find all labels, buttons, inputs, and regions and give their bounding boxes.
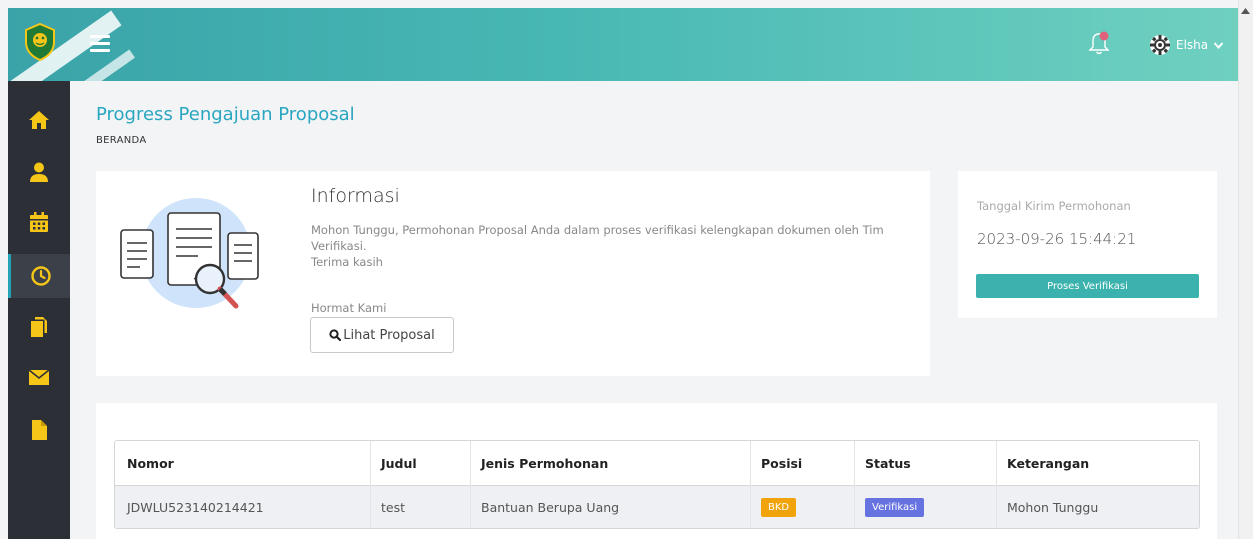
sidebar [8, 81, 70, 539]
app-logo[interactable] [22, 22, 58, 62]
posisi-badge: BKD [761, 497, 797, 517]
sidebar-item-documents[interactable] [8, 305, 70, 349]
sidebar-item-profile[interactable] [8, 150, 70, 194]
sidebar-item-messages[interactable] [8, 355, 70, 399]
user-name: Elsha [1176, 38, 1209, 52]
sidebar-item-schedule[interactable] [8, 200, 70, 244]
proposal-table: Nomor Judul Jenis Permohonan Posisi Stat… [114, 440, 1200, 529]
sidebar-item-home[interactable] [8, 98, 70, 142]
envelope-icon [28, 369, 50, 385]
scroll-up-icon[interactable] [1241, 8, 1250, 14]
status-badge: Verifikasi [865, 497, 925, 517]
submission-date-value: 2023-09-26 15:44:21 [977, 230, 1137, 248]
bell-icon[interactable] [1087, 30, 1111, 56]
cell-keterangan: Mohon Tunggu [1007, 499, 1099, 515]
user-icon [30, 162, 48, 182]
info-message: Mohon Tunggu, Permohonan Proposal Anda d… [311, 222, 931, 270]
sidebar-item-progress[interactable] [8, 254, 70, 298]
top-header: Elsha [8, 8, 1238, 81]
table-header-nomor[interactable]: Nomor [115, 441, 371, 486]
proposal-table-card: Nomor Judul Jenis Permohonan Posisi Stat… [96, 403, 1217, 539]
table-row[interactable]: JDWLU523140214421 test Bantuan Berupa Ua… [115, 486, 1199, 528]
info-regards: Hormat Kami [311, 301, 387, 315]
page-title: Progress Pengajuan Proposal [96, 104, 355, 125]
info-message-line: Terima kasih [311, 255, 383, 269]
copy-icon [31, 317, 47, 337]
table-header-status[interactable]: Status [855, 441, 997, 486]
table-header-jenis[interactable]: Jenis Permohonan [471, 441, 751, 486]
info-title: Informasi [311, 185, 400, 207]
user-menu[interactable]: Elsha [1148, 31, 1224, 59]
table-header-keterangan[interactable]: Keterangan [997, 441, 1199, 486]
cell-jenis: Bantuan Berupa Uang [471, 486, 751, 528]
submission-date-label: Tanggal Kirim Permohonan [977, 199, 1131, 213]
view-proposal-label: Lihat Proposal [343, 327, 435, 343]
document-search-illustration [120, 198, 259, 309]
info-card: Informasi Mohon Tunggu, Permohonan Propo… [96, 171, 930, 376]
file-icon [32, 420, 47, 440]
clock-icon [30, 266, 51, 286]
search-icon [329, 329, 342, 341]
home-icon [29, 111, 49, 129]
table-header-judul[interactable]: Judul [371, 441, 471, 486]
hamburger-icon[interactable] [90, 35, 110, 53]
sidebar-item-files[interactable] [8, 408, 70, 452]
chevron-down-icon [1214, 41, 1224, 49]
table-header-posisi[interactable]: Posisi [751, 441, 855, 486]
cell-posisi: BKD [751, 486, 855, 528]
cell-status: Verifikasi [855, 486, 997, 528]
breadcrumb[interactable]: BERANDA [96, 135, 147, 146]
page-scrollbar[interactable] [1238, 0, 1253, 539]
verification-status-button[interactable]: Proses Verifikasi [976, 274, 1199, 298]
submission-date-card: Tanggal Kirim Permohonan 2023-09-26 15:4… [958, 171, 1217, 318]
view-proposal-button[interactable]: Lihat Proposal [310, 317, 454, 353]
cell-judul: test [371, 486, 471, 528]
cell-nomor: JDWLU523140214421 [115, 486, 371, 528]
table-header-row: Nomor Judul Jenis Permohonan Posisi Stat… [115, 441, 1199, 486]
info-message-line: Mohon Tunggu, Permohonan Proposal Anda d… [311, 223, 884, 253]
gear-icon [1150, 35, 1170, 55]
calendar-icon [30, 212, 48, 232]
